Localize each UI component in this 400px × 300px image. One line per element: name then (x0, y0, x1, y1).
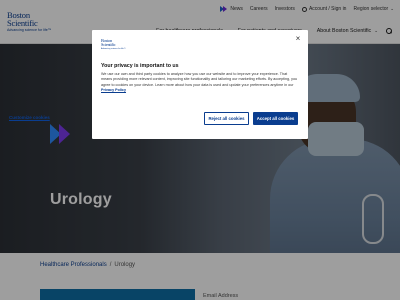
privacy-policy-link[interactable]: Privacy Policy (101, 88, 126, 92)
reject-all-cookies-button[interactable]: Reject all cookies (204, 112, 249, 125)
dialog-logo: Boston Scientific Advancing science for … (101, 38, 129, 51)
close-icon[interactable]: × (294, 35, 302, 43)
dialog-logo-line-2: Scientific (101, 42, 116, 48)
dialog-body: We use our own and third party cookies t… (101, 72, 298, 94)
dialog-logo-tagline: Advancing science for life™ (101, 48, 126, 51)
modal-overlay: × Boston Scientific Advancing science fo… (0, 0, 400, 300)
customize-cookies-link[interactable]: Customize cookies (9, 115, 50, 120)
dialog-body-text: We use our own and third party cookies t… (101, 72, 298, 87)
accept-all-cookies-button[interactable]: Accept all cookies (253, 112, 298, 125)
dialog-title: Your privacy is important to us (101, 63, 179, 69)
